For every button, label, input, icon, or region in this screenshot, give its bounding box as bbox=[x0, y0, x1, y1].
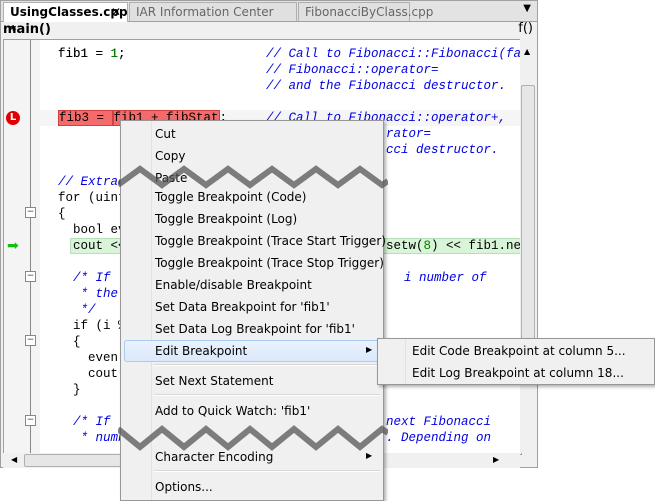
code-comment: next Fibonacci bbox=[386, 415, 492, 429]
fold-toggle-icon[interactable]: − bbox=[25, 207, 36, 218]
scroll-thumb-horizontal[interactable] bbox=[24, 454, 134, 467]
menu-item-set-data-bp[interactable]: Set Data Breakpoint for 'fib1' bbox=[155, 296, 330, 318]
code-line: setw(8) << fib1.nex bbox=[386, 239, 522, 253]
code-comment: i number of bbox=[404, 271, 487, 285]
close-icon[interactable]: ✕ bbox=[111, 3, 121, 21]
code-comment: . Depending on bbox=[386, 431, 492, 445]
menu-item-toggle-bp-trace-stop[interactable]: Toggle Breakpoint (Trace Stop Trigger) bbox=[155, 252, 384, 274]
tab-fibonaccibyclass[interactable]: FibonacciByClass.cpp bbox=[298, 2, 433, 21]
scroll-thumb[interactable] bbox=[521, 85, 535, 347]
function-scope[interactable]: main() bbox=[3, 21, 51, 39]
code-line: if (i % bbox=[58, 319, 126, 333]
code-comment: * the bbox=[58, 287, 126, 301]
code-line: { bbox=[58, 207, 66, 221]
code-comment: cci destructor. bbox=[386, 143, 499, 157]
menu-item-cut[interactable]: Cut bbox=[155, 123, 176, 145]
menu-item-edit-log-bp[interactable]: Edit Log Breakpoint at column 18... bbox=[412, 362, 624, 384]
scroll-up-icon[interactable]: ▲ bbox=[524, 47, 530, 56]
code-comment: // Fibonacci::operator= bbox=[266, 63, 439, 77]
menu-item-set-data-log-bp[interactable]: Set Data Log Breakpoint for 'fib1' bbox=[155, 318, 355, 340]
edit-breakpoint-submenu: Edit Code Breakpoint at column 5... Edit… bbox=[377, 338, 655, 385]
current-statement-arrow-icon: ➡ bbox=[7, 238, 19, 254]
code-line: } bbox=[58, 383, 81, 397]
code-comment: rator= bbox=[386, 127, 432, 141]
menu-item-enable-disable-bp[interactable]: Enable/disable Breakpoint bbox=[155, 274, 312, 296]
menu-item-edit-code-bp[interactable]: Edit Code Breakpoint at column 5... bbox=[412, 340, 626, 362]
fold-toggle-icon[interactable]: − bbox=[25, 271, 36, 282]
tab-usingclasses[interactable]: UsingClasses.cpp * ✕ bbox=[3, 2, 128, 37]
menu-separator bbox=[154, 364, 380, 366]
function-list-icon[interactable]: f() bbox=[518, 21, 533, 36]
menu-item-options[interactable]: Options... bbox=[155, 476, 213, 498]
torn-edge-decoration bbox=[118, 425, 388, 451]
scroll-left-icon[interactable]: ◀ bbox=[11, 455, 17, 464]
code-comment: */ bbox=[58, 303, 96, 317]
code-line: cout << bbox=[58, 239, 126, 253]
tab-bar: UsingClasses.cpp * ✕ IAR Information Cent… bbox=[1, 1, 537, 37]
menu-item-add-quick-watch[interactable]: Add to Quick Watch: 'fib1' bbox=[155, 400, 310, 422]
code-line: for (uint bbox=[58, 191, 126, 205]
code-line: { bbox=[58, 335, 81, 349]
code-comment: /* If " bbox=[58, 415, 126, 429]
vertical-scrollbar[interactable]: ▲ bbox=[520, 39, 537, 453]
breakpoint-icon[interactable]: L bbox=[6, 111, 20, 125]
code-comment: /* If " bbox=[58, 271, 126, 285]
menu-item-edit-breakpoint[interactable]: Edit Breakpoint bbox=[155, 340, 247, 362]
fold-toggle-icon[interactable]: − bbox=[25, 335, 36, 346]
code-comment: // and the Fibonacci destructor. bbox=[266, 79, 507, 93]
tab-iar-info[interactable]: IAR Information Center bbox=[129, 2, 297, 21]
menu-separator bbox=[154, 470, 380, 472]
tab-dropdown-icon[interactable]: ▼ bbox=[523, 3, 531, 14]
menu-separator bbox=[154, 394, 380, 396]
code-comment: * numb bbox=[58, 431, 126, 445]
menu-item-set-next-statement[interactable]: Set Next Statement bbox=[155, 370, 273, 392]
menu-item-toggle-bp-log[interactable]: Toggle Breakpoint (Log) bbox=[155, 208, 297, 230]
menu-item-copy[interactable]: Copy bbox=[155, 145, 185, 167]
torn-edge-decoration bbox=[118, 165, 388, 189]
code-comment: // Call to Fibonacci::Fibonacci(fast bbox=[266, 47, 522, 61]
code-comment: // Extrac bbox=[58, 175, 126, 189]
menu-icon-strip bbox=[405, 339, 406, 384]
menu-item-toggle-bp-trace-start[interactable]: Toggle Breakpoint (Trace Start Trigger) bbox=[155, 230, 386, 252]
scroll-right-icon[interactable]: ▶ bbox=[493, 455, 499, 464]
fold-line bbox=[30, 40, 31, 454]
breakpoint-range: fib3 = bbox=[58, 110, 113, 126]
submenu-arrow-icon: ▶ bbox=[366, 345, 373, 354]
fold-toggle-icon[interactable]: − bbox=[25, 415, 36, 426]
code-line: fib1 = 1; bbox=[58, 47, 126, 61]
